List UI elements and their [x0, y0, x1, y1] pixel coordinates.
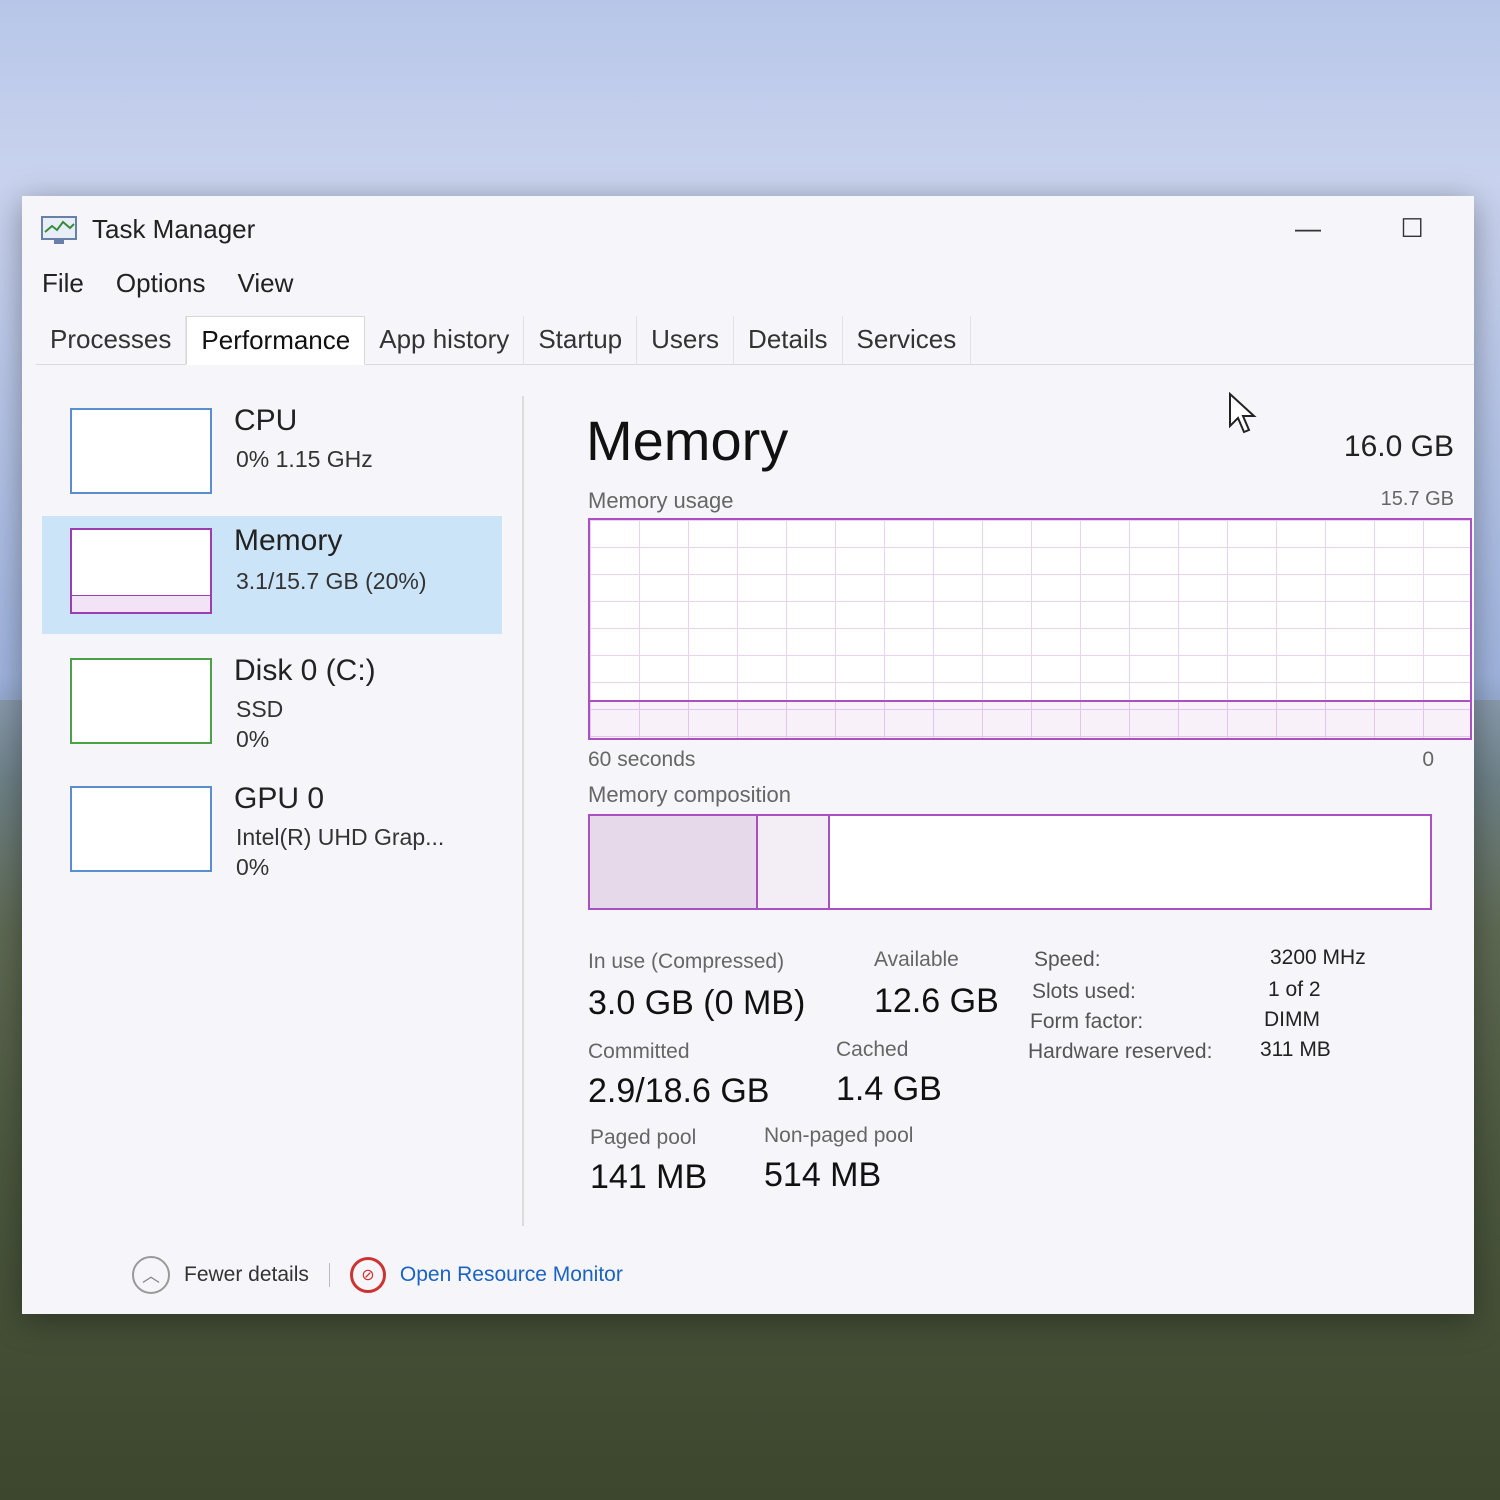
cached-value: 1.4 GB — [836, 1070, 942, 1108]
tab-details[interactable]: Details — [734, 316, 843, 364]
resource-monitor-icon[interactable]: ⊘ — [349, 1257, 386, 1293]
sidebar-item-memory[interactable]: Memory 3.1/15.7 GB (20%) — [42, 516, 502, 634]
gpu-model: Intel(R) UHD Grap... — [236, 824, 445, 850]
disk-name: Disk 0 (C:) — [234, 654, 376, 687]
speed-value: 3200 MHz — [1270, 946, 1366, 969]
slots-used-label: Slots used: — [1032, 980, 1136, 1003]
memory-usage-max: 15.7 GB — [1380, 488, 1454, 510]
sidebar-item-cpu[interactable]: CPU 0% 1.15 GHz — [42, 396, 502, 514]
title-bar: Task Manager — ☐ — [22, 196, 1474, 260]
graph-axis-zero: 0 — [1422, 748, 1434, 771]
graph-time-span: 60 seconds — [588, 748, 696, 771]
tab-performance[interactable]: Performance — [186, 316, 366, 365]
memory-composition-bar[interactable] — [588, 814, 1432, 910]
fewer-details-button[interactable]: Fewer details — [184, 1263, 309, 1287]
window-title: Task Manager — [92, 214, 256, 244]
non-paged-pool-label: Non-paged pool — [764, 1124, 914, 1147]
composition-in-use[interactable] — [590, 816, 758, 908]
footer: ︿ Fewer details ⊘ Open Resource Monitor — [132, 1256, 623, 1294]
task-manager-icon — [41, 216, 77, 244]
tab-services[interactable]: Services — [843, 316, 972, 364]
hardware-reserved-label: Hardware reserved: — [1028, 1040, 1213, 1063]
disk-thumbnail-graph — [70, 658, 212, 744]
maximize-button[interactable]: ☐ — [1390, 210, 1434, 246]
tab-processes[interactable]: Processes — [36, 316, 187, 364]
memory-panel: Memory 16.0 GB Memory usage 15.7 GB 60 s… — [582, 396, 1472, 1226]
tab-users[interactable]: Users — [637, 316, 735, 364]
speed-label: Speed: — [1034, 948, 1101, 971]
form-factor-value: DIMM — [1264, 1008, 1320, 1031]
non-paged-pool-value: 514 MB — [764, 1156, 882, 1194]
in-use-value: 3.0 GB (0 MB) — [588, 984, 806, 1022]
in-use-label: In use (Compressed) — [588, 950, 785, 973]
memory-thumbnail-graph — [70, 528, 212, 614]
memory-usage-area — [590, 702, 1470, 738]
paged-pool-label: Paged pool — [590, 1126, 697, 1149]
page-title: Memory — [586, 409, 789, 472]
cached-label: Cached — [836, 1038, 909, 1061]
tab-app-history[interactable]: App history — [365, 316, 525, 364]
memory-total: 16.0 GB — [1343, 430, 1454, 463]
task-manager-window: Task Manager — ☐ File Options View Proce… — [22, 196, 1474, 1314]
menu-view[interactable]: View — [238, 268, 294, 299]
gpu-usage: 0% — [236, 854, 270, 880]
sidebar-item-gpu[interactable]: GPU 0 Intel(R) UHD Grap... 0% — [42, 774, 502, 892]
hardware-reserved-value: 311 MB — [1260, 1038, 1331, 1061]
cpu-name: CPU — [234, 404, 298, 437]
open-resource-monitor-link[interactable]: Open Resource Monitor — [400, 1263, 623, 1287]
menu-options[interactable]: Options — [116, 268, 206, 299]
memory-usage-line — [590, 700, 1470, 702]
composition-modified[interactable] — [758, 816, 830, 908]
memory-composition-label: Memory composition — [588, 782, 791, 807]
gpu-name: GPU 0 — [234, 782, 325, 815]
committed-value: 2.9/18.6 GB — [588, 1072, 770, 1110]
disk-type: SSD — [236, 696, 284, 722]
available-label: Available — [874, 948, 959, 971]
sidebar-item-disk[interactable]: Disk 0 (C:) SSD 0% — [42, 646, 502, 764]
menu-file[interactable]: File — [42, 268, 84, 299]
memory-usage-graph — [588, 518, 1472, 740]
form-factor-label: Form factor: — [1030, 1010, 1144, 1033]
gpu-thumbnail-graph — [70, 786, 212, 872]
memory-usage-label: Memory usage — [588, 488, 734, 513]
cpu-thumbnail-graph — [70, 408, 212, 494]
available-value: 12.6 GB — [874, 982, 999, 1020]
minimize-button[interactable]: — — [1286, 210, 1330, 246]
tab-startup[interactable]: Startup — [524, 316, 638, 364]
paged-pool-value: 141 MB — [590, 1158, 708, 1196]
disk-usage: 0% — [236, 726, 270, 752]
composition-standby-free[interactable] — [830, 816, 1430, 908]
slots-used-value: 1 of 2 — [1268, 978, 1321, 1001]
memory-usage: 3.1/15.7 GB (20%) — [236, 568, 427, 594]
cpu-usage: 0% 1.15 GHz — [236, 446, 373, 472]
resource-sidebar: CPU 0% 1.15 GHz Memory 3.1/15.7 GB (20%)… — [42, 396, 524, 1226]
menu-bar: File Options View — [42, 268, 293, 299]
footer-divider — [328, 1263, 330, 1287]
chevron-up-icon[interactable]: ︿ — [132, 1256, 170, 1294]
mouse-pointer-icon — [1229, 392, 1257, 434]
memory-name: Memory — [234, 524, 343, 557]
tab-strip: Processes Performance App history Startu… — [36, 316, 1474, 365]
committed-label: Committed — [588, 1040, 690, 1063]
